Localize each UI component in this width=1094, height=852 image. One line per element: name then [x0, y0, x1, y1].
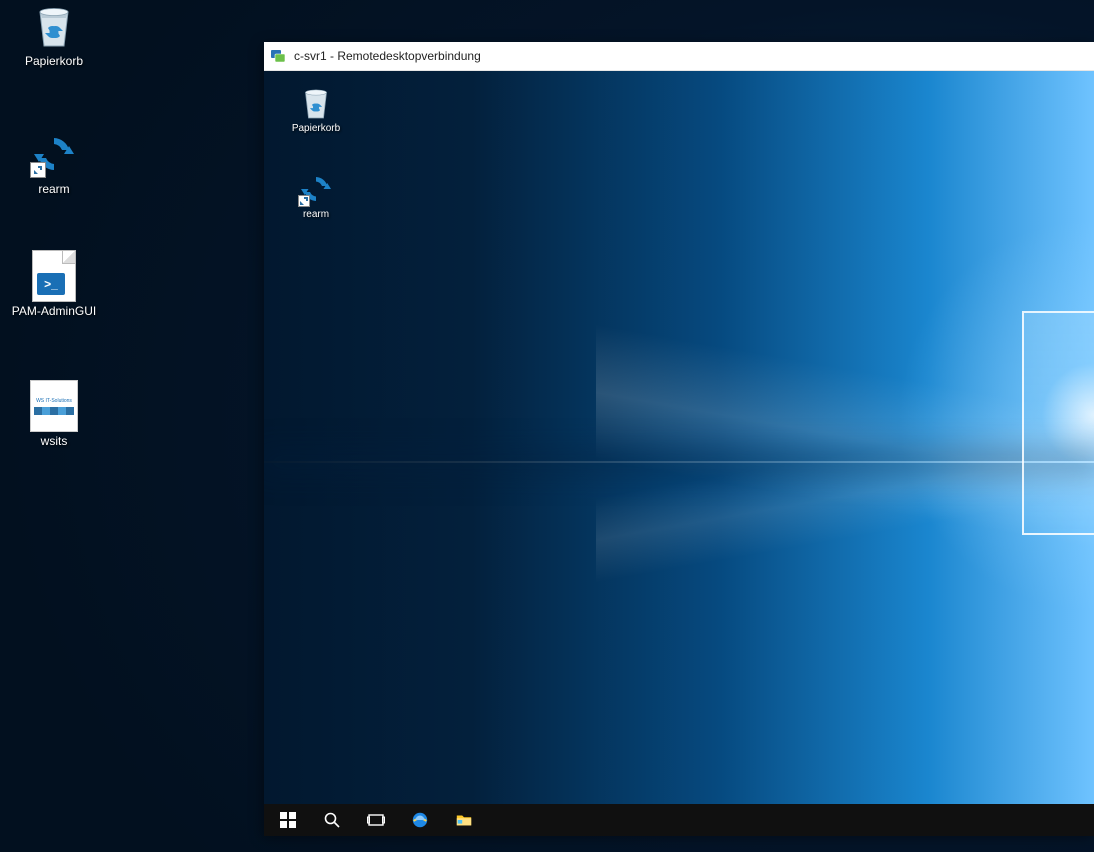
search-button[interactable] [312, 804, 352, 836]
recycle-bin-label: Papierkorb [25, 54, 83, 68]
pam-admingui-label: PAM-AdminGUI [12, 304, 96, 318]
rearm-shortcut[interactable]: rearm [12, 130, 96, 196]
wsits-logo-icon: WS IT-Solutions [30, 382, 78, 430]
task-view-button[interactable] [356, 804, 396, 836]
remote-rearm-shortcut[interactable]: rearm [286, 171, 346, 220]
task-view-icon [367, 811, 385, 829]
shortcut-overlay-icon [298, 195, 310, 207]
remote-rearm-label: rearm [303, 209, 329, 220]
rdp-titlebar[interactable]: c-svr1 - Remotedesktopverbindung [264, 42, 1094, 71]
start-button[interactable] [268, 804, 308, 836]
remote-recycle-bin-shortcut[interactable]: Papierkorb [286, 85, 346, 134]
internet-explorer-icon [411, 811, 429, 829]
remote-desktop[interactable]: Papierkorb rearm [264, 71, 1094, 836]
rdp-window[interactable]: c-svr1 - Remotedesktopverbindung Papi [264, 42, 1094, 836]
rearm-label: rearm [38, 182, 69, 196]
windows-logo-icon [279, 811, 297, 829]
refresh-icon [298, 171, 334, 207]
remote-recycle-bin-label: Papierkorb [292, 123, 340, 134]
search-icon [323, 811, 341, 829]
rdp-app-icon [270, 48, 286, 64]
recycle-bin-shortcut[interactable]: Papierkorb [12, 2, 96, 68]
shortcut-overlay-icon [30, 162, 46, 178]
file-explorer-button[interactable] [444, 804, 484, 836]
internet-explorer-button[interactable] [400, 804, 440, 836]
recycle-bin-icon [298, 85, 334, 121]
rdp-window-title: c-svr1 - Remotedesktopverbindung [294, 49, 481, 63]
host-desktop: Papierkorb rearm >_ PAM-AdminGUI [0, 0, 1094, 852]
powershell-file-icon: >_ [30, 252, 78, 300]
wsits-logo-text: WS IT-Solutions [36, 398, 72, 404]
refresh-icon [30, 130, 78, 178]
wsits-shortcut[interactable]: WS IT-Solutions wsits [12, 382, 96, 448]
pam-admingui-shortcut[interactable]: >_ PAM-AdminGUI [12, 252, 96, 318]
remote-taskbar [264, 804, 1094, 836]
wsits-label: wsits [41, 434, 68, 448]
folder-icon [455, 811, 473, 829]
recycle-bin-icon [30, 2, 78, 50]
